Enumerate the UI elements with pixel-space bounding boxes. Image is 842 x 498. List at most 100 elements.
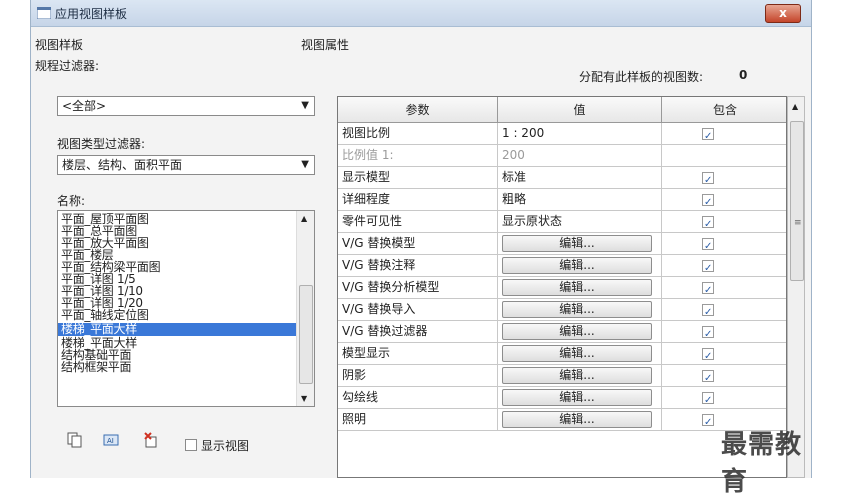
edit-button[interactable]: 编辑... — [502, 345, 652, 362]
names-list-scrollbar[interactable]: ▲ ▼ — [296, 211, 314, 406]
edit-button[interactable]: 编辑... — [502, 389, 652, 406]
scroll-down-icon[interactable]: ▼ — [301, 394, 307, 403]
include-cell: ✓ — [662, 277, 786, 299]
checkmark-icon: ✓ — [704, 131, 713, 142]
checkmark-icon: ✓ — [704, 329, 713, 340]
scrollbar-thumb[interactable] — [299, 285, 313, 384]
view-templates-heading: 视图样板 — [35, 38, 84, 52]
close-button[interactable]: x — [765, 4, 801, 23]
scrollbar-thumb[interactable]: ≡ — [790, 121, 804, 281]
list-item[interactable]: 结构框架平面 — [61, 361, 132, 374]
column-header-include: 包含 — [662, 97, 786, 123]
table-row[interactable]: V/G 替换过滤器 编辑... ✓ — [338, 321, 786, 343]
param-cell: V/G 替换导入 — [338, 299, 498, 321]
table-row[interactable]: 阴影 编辑... ✓ — [338, 365, 786, 387]
include-cell: ✓ — [662, 321, 786, 343]
view-properties-heading: 视图属性 — [301, 38, 350, 52]
table-row[interactable]: V/G 替换导入 编辑... ✓ — [338, 299, 786, 321]
include-checkbox[interactable]: ✓ — [702, 282, 714, 296]
value-cell: 编辑... — [498, 299, 662, 321]
column-header-value: 值 — [498, 97, 662, 123]
checkmark-icon: ✓ — [704, 175, 713, 186]
include-checkbox[interactable]: ✓ — [702, 128, 714, 142]
list-item[interactable]: 平面_轴线定位图 — [61, 309, 149, 322]
edit-button[interactable]: 编辑... — [502, 367, 652, 384]
value-cell: 编辑... — [498, 387, 662, 409]
param-cell: 零件可见性 — [338, 211, 498, 233]
param-cell: 勾绘线 — [338, 387, 498, 409]
view-type-filter-select[interactable]: 楼层、结构、面积平面 ▼ — [57, 155, 315, 175]
table-row[interactable]: 零件可见性 显示原状态 ✓ — [338, 211, 786, 233]
checkmark-icon: ✓ — [704, 351, 713, 362]
list-item-selected[interactable]: 楼梯_平面大样 — [58, 323, 298, 336]
include-cell: ✓ — [662, 299, 786, 321]
include-checkbox[interactable]: ✓ — [702, 216, 714, 230]
table-row[interactable]: 详细程度 粗略 ✓ — [338, 189, 786, 211]
param-cell: 比例值 1: — [338, 145, 498, 167]
scroll-up-icon[interactable]: ▲ — [792, 102, 798, 111]
rename-icon[interactable]: AI — [103, 432, 119, 448]
value-cell: 编辑... — [498, 343, 662, 365]
delete-icon[interactable] — [143, 432, 159, 448]
show-views-label: 显示视图 — [201, 439, 250, 453]
value-cell[interactable]: 1 : 200 — [498, 123, 662, 145]
edit-button[interactable]: 编辑... — [502, 411, 652, 428]
edit-button[interactable]: 编辑... — [502, 279, 652, 296]
table-row[interactable]: 比例值 1: 200 — [338, 145, 786, 167]
table-row[interactable]: V/G 替换模型 编辑... ✓ — [338, 233, 786, 255]
include-checkbox[interactable]: ✓ — [702, 326, 714, 340]
checkmark-icon: ✓ — [704, 307, 713, 318]
include-checkbox[interactable]: ✓ — [702, 414, 714, 428]
include-checkbox[interactable]: ✓ — [702, 194, 714, 208]
param-cell: 照明 — [338, 409, 498, 431]
edit-button[interactable]: 编辑... — [502, 301, 652, 318]
include-checkbox[interactable]: ✓ — [702, 172, 714, 186]
checkmark-icon: ✓ — [704, 197, 713, 208]
value-cell: 编辑... — [498, 255, 662, 277]
table-row[interactable]: 显示模型 标准 ✓ — [338, 167, 786, 189]
discipline-filter-select[interactable]: <全部> ▼ — [57, 96, 315, 116]
include-cell: ✓ — [662, 365, 786, 387]
chevron-down-icon: ▼ — [301, 159, 309, 170]
chevron-down-icon: ▼ — [301, 100, 309, 111]
app-icon — [37, 7, 51, 19]
include-cell: ✓ — [662, 255, 786, 277]
include-checkbox[interactable]: ✓ — [702, 348, 714, 362]
table-row[interactable]: V/G 替换注释 编辑... ✓ — [338, 255, 786, 277]
table-row[interactable]: 勾绘线 编辑... ✓ — [338, 387, 786, 409]
view-properties-table: 参数 值 包含 视图比例 1 : 200 ✓ 比例值 1: 200 显示模型 标准 ✓ 详细程度… — [337, 96, 787, 478]
value-cell: 编辑... — [498, 365, 662, 387]
value-cell[interactable]: 标准 — [498, 167, 662, 189]
include-checkbox[interactable]: ✓ — [702, 260, 714, 274]
properties-scrollbar[interactable]: ▲ ≡ — [787, 96, 805, 478]
include-cell: ✓ — [662, 189, 786, 211]
value-cell[interactable]: 显示原状态 — [498, 211, 662, 233]
include-checkbox[interactable]: ✓ — [702, 238, 714, 252]
title-bar: 应用视图样板 x — [31, 0, 811, 27]
include-checkbox[interactable]: ✓ — [702, 392, 714, 406]
include-checkbox[interactable]: ✓ — [702, 370, 714, 384]
table-row[interactable]: 模型显示 编辑... ✓ — [338, 343, 786, 365]
include-cell: ✓ — [662, 167, 786, 189]
edit-button[interactable]: 编辑... — [502, 257, 652, 274]
edit-button[interactable]: 编辑... — [502, 235, 652, 252]
window-title: 应用视图样板 — [55, 7, 128, 21]
table-row[interactable]: 视图比例 1 : 200 ✓ — [338, 123, 786, 145]
grip-icon: ≡ — [794, 218, 802, 228]
names-label: 名称: — [57, 194, 86, 208]
value-cell: 编辑... — [498, 409, 662, 431]
scroll-up-icon[interactable]: ▲ — [301, 214, 307, 223]
param-cell: V/G 替换注释 — [338, 255, 498, 277]
checkmark-icon: ✓ — [704, 263, 713, 274]
column-header-param: 参数 — [338, 97, 498, 123]
param-cell: 阴影 — [338, 365, 498, 387]
table-row[interactable]: 照明 编辑... ✓ — [338, 409, 786, 431]
value-cell[interactable]: 200 — [498, 145, 662, 167]
table-row[interactable]: V/G 替换分析模型 编辑... ✓ — [338, 277, 786, 299]
include-checkbox[interactable]: ✓ — [702, 304, 714, 318]
duplicate-icon[interactable] — [67, 432, 83, 448]
template-names-list[interactable]: 平面_屋顶平面图 平面_总平面图 平面_放大平面图 平面_楼层 平面_结构梁平面… — [57, 210, 315, 407]
value-cell[interactable]: 粗略 — [498, 189, 662, 211]
edit-button[interactable]: 编辑... — [502, 323, 652, 340]
show-views-checkbox[interactable] — [185, 439, 197, 451]
